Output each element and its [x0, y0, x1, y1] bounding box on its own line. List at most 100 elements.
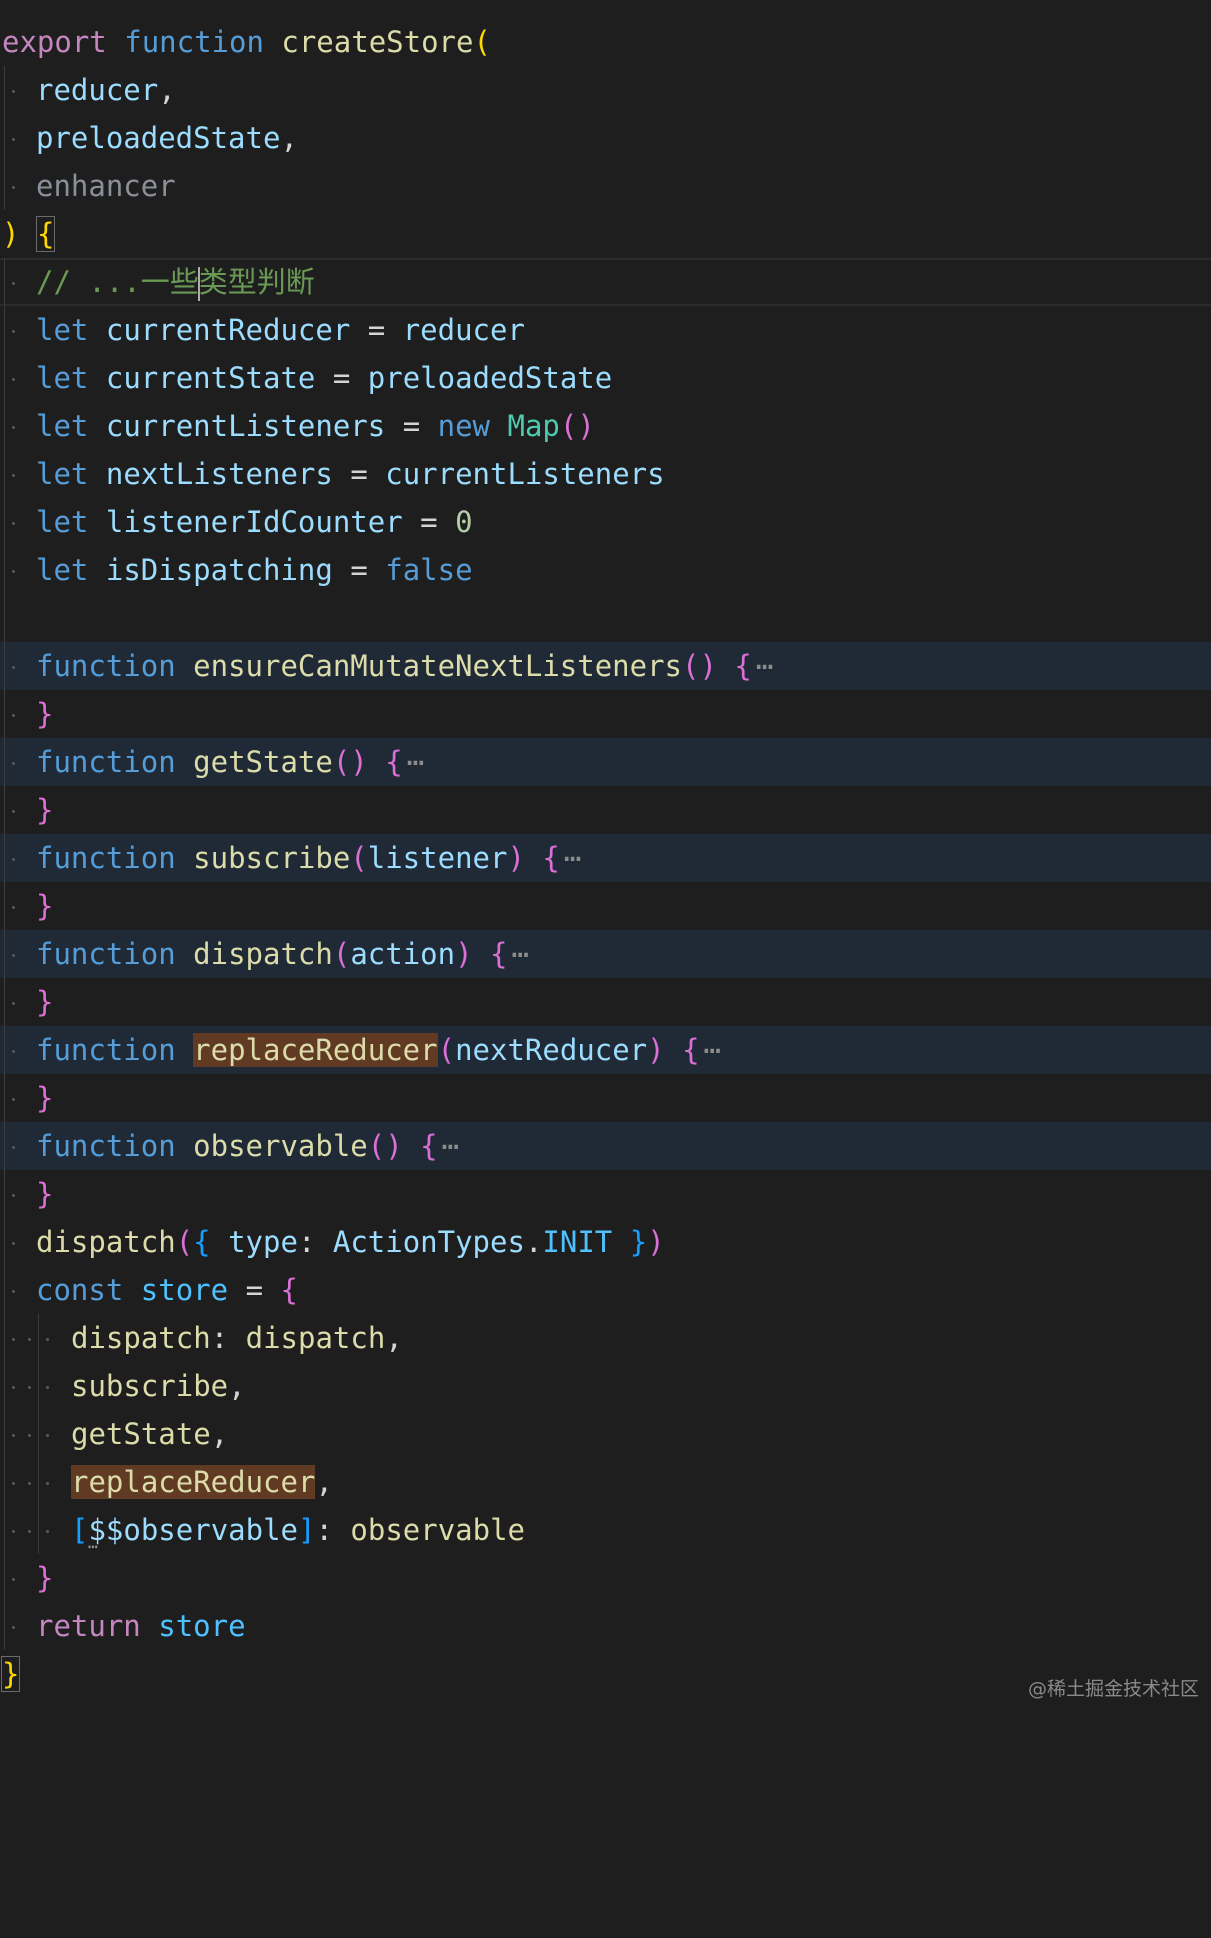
- code-line-folded[interactable]: function subscribe(listener) {⋯: [0, 834, 1211, 882]
- brace: }: [36, 1081, 54, 1115]
- code-line[interactable]: let isDispatching = false: [0, 546, 1211, 594]
- code-line[interactable]: dispatch: dispatch,: [0, 1314, 1211, 1362]
- whitespace-dot: [12, 330, 15, 333]
- whitespace-dot: [46, 1482, 49, 1485]
- punct: :: [210, 1321, 229, 1355]
- code-line-blank[interactable]: [0, 594, 1211, 642]
- line-code: }: [36, 1170, 53, 1218]
- property-highlighted[interactable]: replaceReducer: [71, 1465, 316, 1499]
- code-line[interactable]: let currentState = preloadedState: [0, 354, 1211, 402]
- code-line-current[interactable]: // ...一些类型判断: [0, 258, 1211, 306]
- indent-guide: [4, 114, 5, 162]
- indent-guide: [4, 450, 5, 498]
- code-line[interactable]: reducer,: [0, 66, 1211, 114]
- line-code: dispatch: dispatch,: [71, 1314, 403, 1362]
- keyword-function: function: [124, 25, 264, 59]
- line-code: function observable() {⋯: [36, 1122, 460, 1170]
- operator: =: [420, 505, 438, 539]
- variable: currentReducer: [105, 313, 351, 347]
- code-line-folded[interactable]: function replaceReducer(nextReducer) {⋯: [0, 1026, 1211, 1074]
- param: action: [350, 937, 456, 971]
- indent-guide: [38, 1458, 39, 1506]
- code-line[interactable]: }: [0, 882, 1211, 930]
- code-line[interactable]: }: [0, 690, 1211, 738]
- whitespace-dot: [12, 138, 15, 141]
- keyword-let: let: [36, 457, 89, 491]
- operator: =: [245, 1273, 264, 1307]
- code-line[interactable]: }: [0, 1170, 1211, 1218]
- indent-guide: [38, 1362, 39, 1410]
- code-line[interactable]: let currentReducer = reducer: [0, 306, 1211, 354]
- line-code: const store = {: [36, 1266, 298, 1314]
- code-line[interactable]: }: [0, 978, 1211, 1026]
- fold-ellipsis-icon[interactable]: ⋯: [756, 649, 774, 683]
- whitespace-dot: [12, 1002, 15, 1005]
- code-line[interactable]: let currentListeners = new Map(): [0, 402, 1211, 450]
- code-line-folded[interactable]: function ensureCanMutateNextListeners() …: [0, 642, 1211, 690]
- line-code: export function createStore(: [2, 18, 491, 66]
- indent-guide: [4, 834, 5, 882]
- code-line[interactable]: }: [0, 1554, 1211, 1602]
- whitespace-dot: [12, 1434, 15, 1437]
- paren: (): [559, 409, 595, 443]
- punct: ,: [210, 1417, 229, 1451]
- fold-ellipsis-icon[interactable]: ⋯: [564, 841, 582, 875]
- code-line[interactable]: getState,: [0, 1410, 1211, 1458]
- property: getState: [71, 1417, 211, 1451]
- paren: (: [175, 1225, 194, 1259]
- fold-ellipsis-icon[interactable]: ⋯: [407, 745, 425, 779]
- code-line[interactable]: }: [0, 786, 1211, 834]
- variable: store: [158, 1609, 246, 1643]
- operator: =: [402, 409, 421, 443]
- code-line-folded[interactable]: function dispatch(action) {⋯: [0, 930, 1211, 978]
- code-editor[interactable]: export function createStore( reducer, pr…: [0, 18, 1211, 1698]
- param: reducer: [36, 73, 159, 107]
- fold-ellipsis-icon[interactable]: ⋯: [511, 937, 529, 971]
- code-line[interactable]: replaceReducer,: [0, 1458, 1211, 1506]
- code-line[interactable]: let nextListeners = currentListeners: [0, 450, 1211, 498]
- keyword-let: let: [36, 313, 89, 347]
- indent-guide: [4, 1314, 5, 1362]
- variable: ActionTypes: [332, 1225, 525, 1259]
- indent-guide: [4, 642, 5, 690]
- indent-guide: [4, 66, 5, 114]
- line-code: return store: [36, 1602, 246, 1650]
- fold-ellipsis-icon[interactable]: ⋯: [704, 1033, 722, 1067]
- line-code: ) {: [2, 210, 56, 258]
- paren: ): [647, 1225, 665, 1259]
- indent-guide: [4, 1362, 5, 1410]
- line-code: }: [36, 690, 53, 738]
- code-line-folded[interactable]: function getState() {⋯: [0, 738, 1211, 786]
- code-line[interactable]: let listenerIdCounter = 0: [0, 498, 1211, 546]
- line-code: subscribe,: [71, 1362, 246, 1410]
- variable: listenerIdCounter: [105, 505, 403, 539]
- whitespace-dot: [28, 1530, 31, 1533]
- property: subscribe: [71, 1369, 229, 1403]
- code-line[interactable]: export function createStore(: [0, 18, 1211, 66]
- matched-brace: }: [0, 1656, 21, 1692]
- fold-ellipsis-icon[interactable]: ⋯: [442, 1129, 460, 1163]
- function-name-highlighted[interactable]: replaceReducer: [193, 1033, 438, 1067]
- code-line[interactable]: }: [0, 1074, 1211, 1122]
- code-line[interactable]: return store: [0, 1602, 1211, 1650]
- paren: (): [682, 649, 717, 683]
- indent-guide: [38, 1410, 39, 1458]
- code-line[interactable]: ) {: [0, 210, 1211, 258]
- keyword-let: let: [36, 409, 89, 443]
- code-line[interactable]: enhancer: [0, 162, 1211, 210]
- code-line[interactable]: [$$observable]: observable ⋯: [0, 1506, 1211, 1555]
- bracket: [: [71, 1513, 89, 1547]
- line-code: function getState() {⋯: [36, 738, 425, 786]
- code-line[interactable]: subscribe,: [0, 1362, 1211, 1410]
- line-code: let currentState = preloadedState: [36, 354, 612, 402]
- code-line[interactable]: dispatch({ type: ActionTypes.INIT }): [0, 1218, 1211, 1266]
- code-line[interactable]: const store = {: [0, 1266, 1211, 1314]
- keyword-function: function: [36, 841, 176, 875]
- whitespace-dot: [12, 1482, 15, 1485]
- indent-guide: [4, 258, 5, 306]
- indent-guide: [4, 402, 5, 450]
- code-line-folded[interactable]: function observable() {⋯: [0, 1122, 1211, 1170]
- punct: :: [297, 1225, 316, 1259]
- code-line[interactable]: preloadedState,: [0, 114, 1211, 162]
- brace: }: [36, 985, 54, 1019]
